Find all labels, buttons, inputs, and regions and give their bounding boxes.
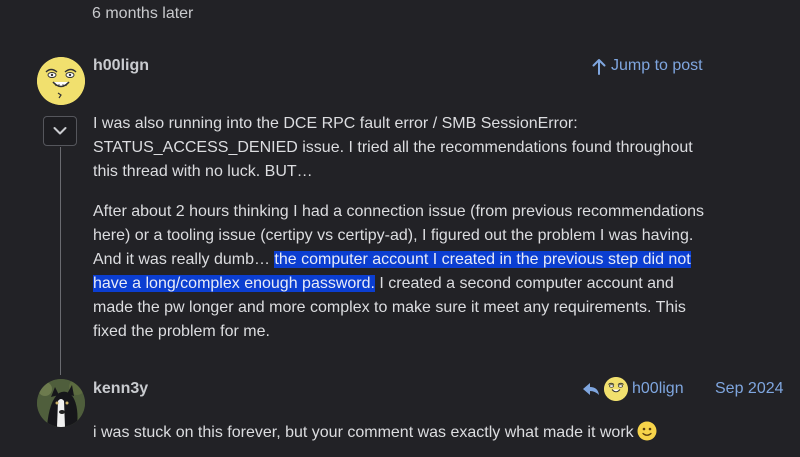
post-paragraph: After about 2 hours thinking I had a con… [93,200,713,344]
avatar-kenn3y[interactable] [37,379,85,427]
thread-line [60,147,61,375]
post-paragraph: I was also running into the DCE RPC faul… [93,115,693,180]
slightly-smiling-face-icon [637,421,657,441]
jump-to-post-link[interactable]: Jump to post [591,57,703,75]
jump-to-post-label: Jump to post [611,57,703,74]
collapse-replies-button[interactable] [43,116,77,146]
troll-face-avatar-icon [37,57,85,105]
troll-face-avatar-icon [604,377,628,401]
chevron-down-icon [53,127,67,135]
avatar-h00lign[interactable] [37,57,85,105]
reply-to-link[interactable]: h00lign [582,377,684,401]
post-username[interactable]: kenn3y [93,380,148,398]
time-gap-label: 6 months later [92,5,194,22]
paragraph-text: i was stuck on this forever, but your co… [93,424,634,441]
reply-arrow-icon [583,383,599,395]
reply-to-username: h00lign [632,380,684,397]
reply-to-avatar [604,377,628,401]
post-date[interactable]: Sep 2024 [715,380,784,398]
post-username[interactable]: h00lign [93,57,149,75]
post-paragraph: i was stuck on this forever, but your co… [93,421,793,445]
dog-photo-avatar-icon [37,379,85,427]
arrow-up-icon [592,59,606,75]
